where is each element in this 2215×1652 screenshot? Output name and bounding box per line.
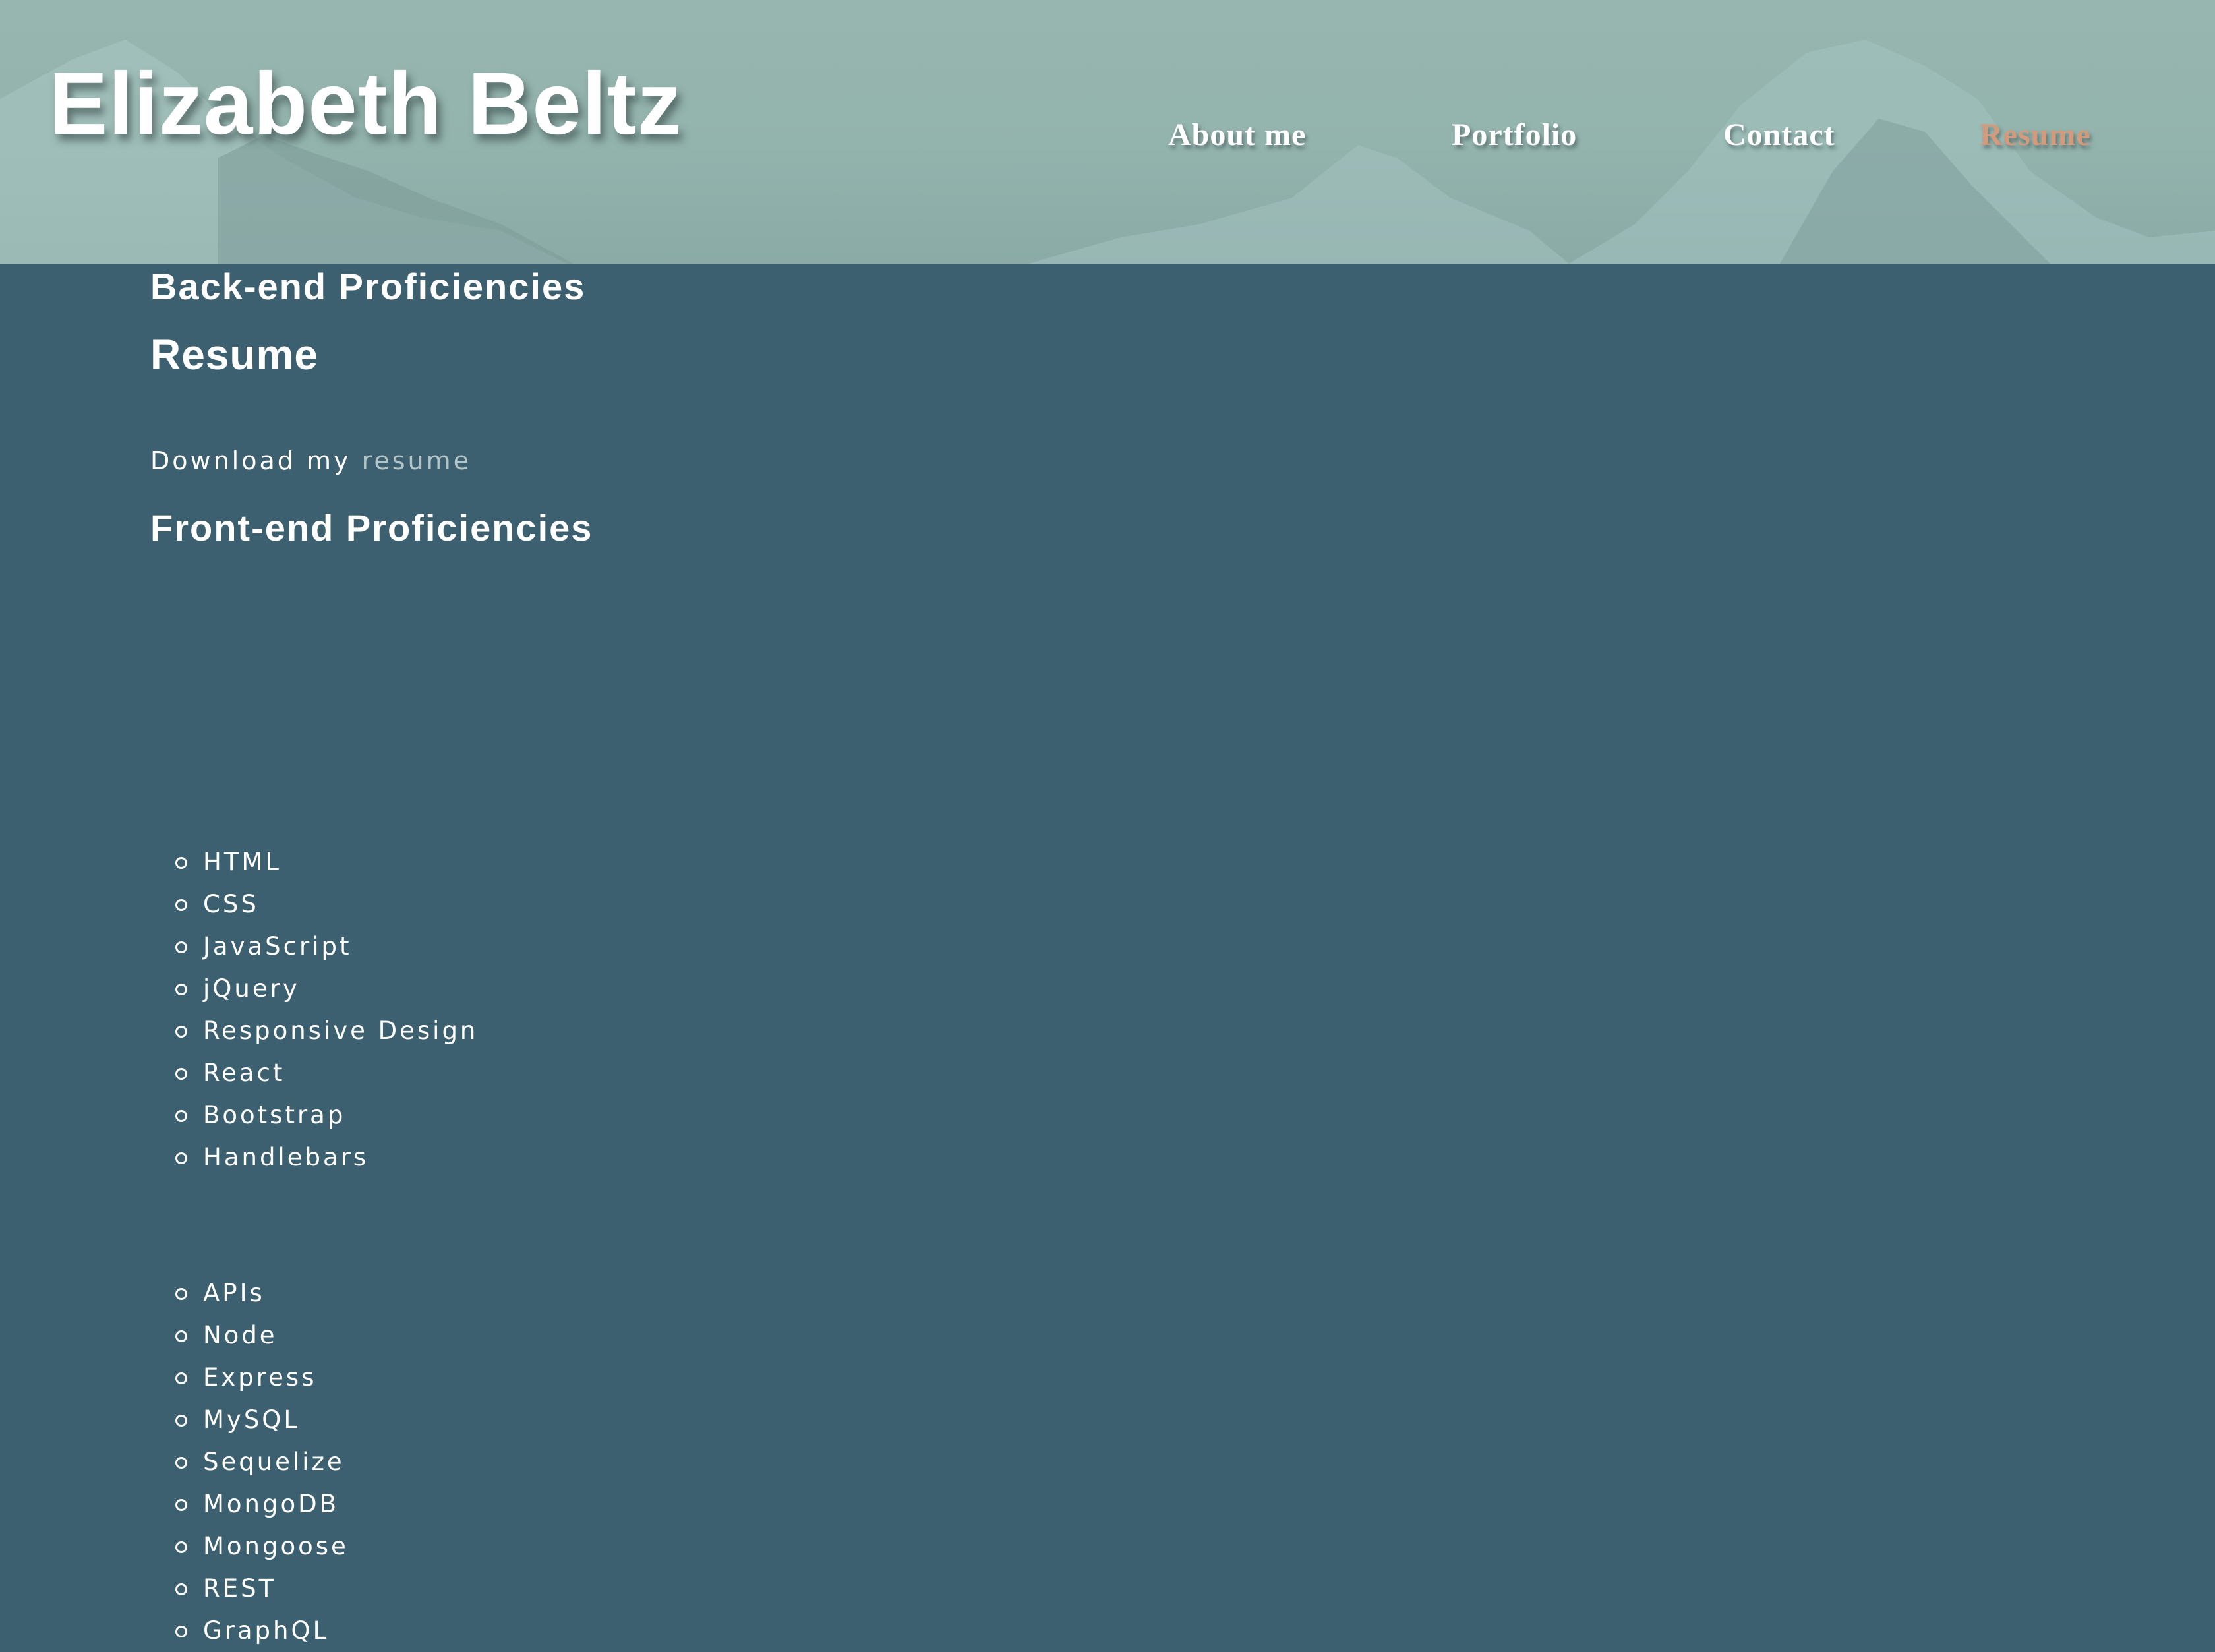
list-item: Node [150,1314,349,1357]
skill-label: MongoDB [203,1490,340,1518]
download-resume-text: Download my resume [150,443,471,479]
circle-bullet-icon [175,1068,187,1080]
skill-label: Responsive Design [203,1017,479,1045]
skill-label: Node [203,1321,278,1349]
nav-contact-link[interactable]: Contact [1723,112,1835,158]
nav-resume-link[interactable]: Resume [1980,112,2091,158]
circle-bullet-icon [175,1626,187,1637]
list-item: React [150,1052,478,1094]
circle-bullet-icon [175,1026,187,1038]
download-prefix: Download my [150,446,351,475]
list-item: MySQL [150,1399,349,1441]
circle-bullet-icon [175,1541,187,1553]
list-item: HTML [150,841,478,883]
download-resume-link[interactable]: resume [362,446,471,475]
backend-skills-list: APIs Node Express MySQL Sequelize MongoD… [150,1272,349,1652]
circle-bullet-icon [175,1372,187,1384]
frontend-skills-list: HTML CSS JavaScript jQuery Responsive De… [150,841,478,1179]
nav-portfolio-link[interactable]: Portfolio [1452,112,1577,158]
skill-label: Sequelize [203,1448,345,1476]
circle-bullet-icon [175,1288,187,1300]
skill-label: Bootstrap [203,1101,346,1129]
main-nav: About me Portfolio Contact Resume [0,112,2215,158]
page-title: Resume [150,331,318,378]
circle-bullet-icon [175,1152,187,1164]
skill-label: Handlebars [203,1143,369,1171]
skill-label: GraphQL [203,1616,330,1645]
list-item: jQuery [150,968,478,1010]
site-header: Elizabeth Beltz About me Portfolio Conta… [0,0,2215,264]
skill-label: jQuery [203,974,300,1003]
circle-bullet-icon [175,857,187,869]
skill-label: HTML [203,848,281,876]
backend-heading: Back-end Proficiencies [150,266,586,307]
list-item: Sequelize [150,1441,349,1483]
list-item: CSS [150,883,478,926]
list-item: MongoDB [150,1483,349,1525]
nav-about-me-link[interactable]: About me [1168,112,1306,158]
skill-label: Express [203,1363,317,1392]
list-item: GraphQL [150,1610,349,1652]
list-item: Mongoose [150,1525,349,1568]
list-item: Express [150,1357,349,1399]
circle-bullet-icon [175,1499,187,1511]
circle-bullet-icon [175,941,187,953]
list-item: Handlebars [150,1136,478,1179]
list-item: REST [150,1568,349,1610]
circle-bullet-icon [175,899,187,911]
circle-bullet-icon [175,1583,187,1595]
skill-label: CSS [203,890,259,918]
skill-label: React [203,1059,285,1087]
circle-bullet-icon [175,1415,187,1427]
frontend-heading: Front-end Proficiencies [150,507,593,548]
list-item: Responsive Design [150,1010,478,1052]
circle-bullet-icon [175,984,187,995]
list-item: Bootstrap [150,1094,478,1136]
circle-bullet-icon [175,1330,187,1342]
skill-label: Mongoose [203,1532,349,1560]
list-item: JavaScript [150,926,478,968]
skill-label: JavaScript [203,932,352,960]
resume-section: Resume Download my resume Front-end Prof… [150,264,2062,1645]
circle-bullet-icon [175,1110,187,1122]
skill-label: REST [203,1574,277,1603]
skill-label: APIs [203,1279,265,1307]
skill-label: MySQL [203,1405,301,1434]
circle-bullet-icon [175,1457,187,1469]
list-item: APIs [150,1272,349,1314]
